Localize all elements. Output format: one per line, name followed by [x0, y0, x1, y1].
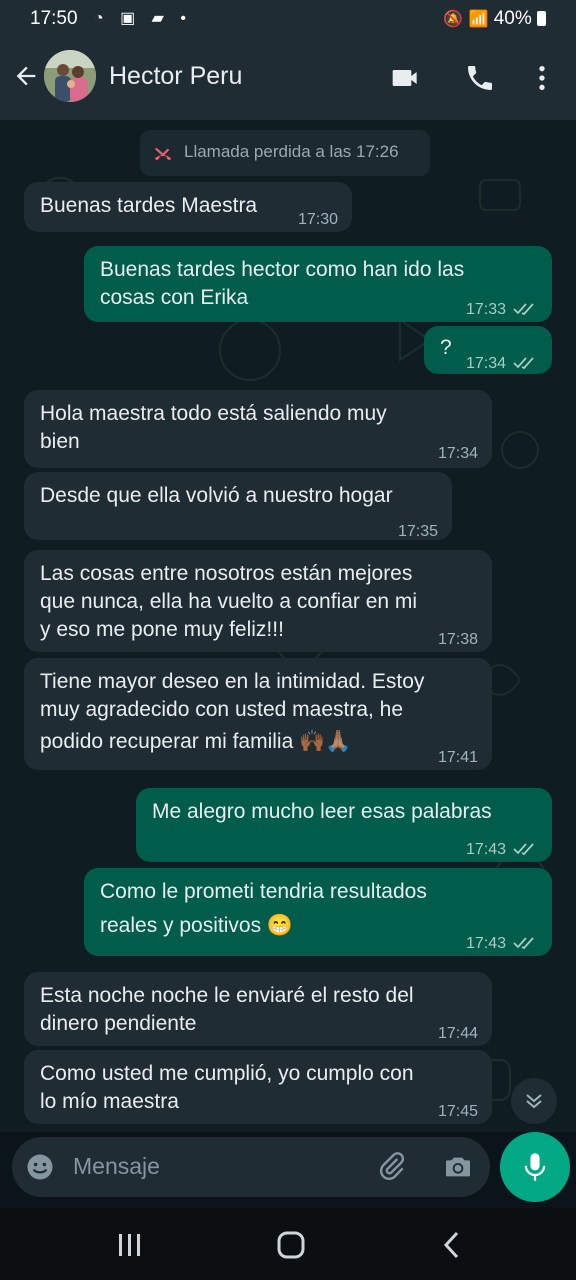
- message-outgoing[interactable]: ? 17:34: [424, 326, 552, 374]
- message-time: 17:43: [465, 935, 506, 952]
- message-time: 17:41: [437, 749, 478, 766]
- read-ticks-icon: [513, 357, 534, 370]
- message-line: bien: [40, 430, 80, 453]
- message-time: 17:30: [297, 211, 338, 228]
- missed-call-icon: [154, 147, 172, 161]
- message-line: muy agradecido con usted maestra, he: [40, 698, 404, 721]
- avatar-photo-icon: [44, 50, 96, 102]
- message-line: Buenas tardes Maestra: [40, 194, 258, 217]
- voice-message-button[interactable]: [500, 1132, 570, 1202]
- status-right: 🔕 📶 40%: [443, 8, 546, 30]
- message-line: Hola maestra todo está saliendo muy: [40, 402, 387, 425]
- mute-icon: 🔕: [443, 11, 464, 28]
- chat-area[interactable]: Llamada perdida a las 17:26 Buenas tarde…: [0, 120, 576, 1132]
- message-line: dinero pendiente: [40, 1012, 197, 1035]
- recent-apps-icon[interactable]: [116, 1232, 144, 1258]
- message-outgoing[interactable]: Buenas tardes hector como han ido las co…: [84, 246, 552, 322]
- double-chevron-down-icon: [526, 1094, 542, 1109]
- message-time: 17:35: [397, 523, 438, 540]
- status-time: 17:50: [30, 8, 78, 29]
- message-line: Tiene mayor deseo en la intimidad. Estoy: [40, 670, 425, 693]
- battery-icon: [537, 11, 546, 26]
- read-ticks-icon: [513, 843, 534, 856]
- camera-icon[interactable]: [442, 1151, 474, 1183]
- read-ticks-icon: [513, 937, 534, 950]
- missed-call-notice: Llamada perdida a las 17:26: [140, 130, 430, 176]
- message-incoming[interactable]: Esta noche noche le enviaré el resto del…: [24, 972, 492, 1046]
- message-line: que nunca, ella ha vuelto a confiar en m…: [40, 590, 418, 613]
- message-line: lo mío maestra: [40, 1090, 179, 1113]
- message-line: Buenas tardes hector como han ido las: [100, 258, 465, 281]
- notification-icons: ◔ ▣ ▰ •: [94, 10, 193, 27]
- message-line: podido recuperar mi familia 🙌🏾🙏🏽: [40, 730, 352, 753]
- message-line: Como usted me cumplió, yo cumplo con: [40, 1062, 414, 1085]
- message-time: 17:38: [437, 631, 478, 648]
- status-bar: 17:50 ◔ ▣ ▰ • 🔕 📶 40%: [0, 0, 576, 36]
- message-time: 17:33: [465, 301, 506, 318]
- wifi-icon: 📶: [468, 11, 489, 28]
- emoji-icon[interactable]: [25, 1152, 55, 1182]
- message-input[interactable]: Mensaje: [73, 1153, 160, 1180]
- avatar[interactable]: [44, 50, 96, 102]
- message-time: 17:34: [437, 445, 478, 462]
- message-incoming[interactable]: Como usted me cumplió, yo cumplo con lo …: [24, 1050, 492, 1124]
- system-nav-bar: [0, 1208, 576, 1280]
- message-time: 17:44: [437, 1025, 478, 1042]
- video-call-icon[interactable]: [390, 62, 422, 94]
- message-line: Esta noche noche le enviaré el resto del: [40, 984, 414, 1007]
- message-line: y eso me pone muy feliz!!!: [40, 618, 284, 641]
- contact-name[interactable]: Hector Peru: [109, 62, 242, 91]
- missed-call-text: Llamada perdida a las 17:26: [184, 142, 399, 161]
- message-incoming[interactable]: Hola maestra todo está saliendo muy bien…: [24, 390, 492, 468]
- message-outgoing[interactable]: Como le prometi tendria resultados reale…: [84, 868, 552, 956]
- message-line: Como le prometi tendria resultados: [100, 880, 427, 903]
- message-outgoing[interactable]: Me alegro mucho leer esas palabras 17:43: [136, 788, 552, 862]
- message-incoming[interactable]: Desde que ella volvió a nuestro hogar 17…: [24, 472, 452, 540]
- message-composer[interactable]: Mensaje: [12, 1137, 490, 1197]
- scroll-down-button[interactable]: [511, 1078, 557, 1124]
- read-ticks-icon: [513, 303, 534, 316]
- phone-icon[interactable]: [464, 62, 496, 94]
- message-time: 17:34: [465, 355, 506, 372]
- back-arrow-icon[interactable]: [12, 62, 40, 90]
- mic-icon: [524, 1153, 546, 1181]
- message-time: 17:43: [465, 841, 506, 858]
- more-options-icon[interactable]: [526, 62, 558, 94]
- message-incoming[interactable]: Buenas tardes Maestra 17:30: [24, 182, 352, 232]
- message-line: ?: [440, 336, 452, 359]
- home-icon[interactable]: [276, 1230, 306, 1260]
- message-line: cosas con Erika: [100, 286, 249, 309]
- attach-icon[interactable]: [376, 1151, 408, 1183]
- message-incoming[interactable]: Las cosas entre nosotros están mejores q…: [24, 550, 492, 652]
- battery-level: 40%: [493, 8, 532, 29]
- message-line: Me alegro mucho leer esas palabras: [152, 800, 492, 823]
- nav-back-icon[interactable]: [440, 1230, 464, 1260]
- message-line: Desde que ella volvió a nuestro hogar: [40, 484, 393, 507]
- chat-header: Hector Peru: [0, 36, 576, 120]
- message-incoming[interactable]: Tiene mayor deseo en la intimidad. Estoy…: [24, 658, 492, 770]
- message-line: Las cosas entre nosotros están mejores: [40, 562, 413, 585]
- message-time: 17:45: [437, 1103, 478, 1120]
- message-line: reales y positivos 😁: [100, 914, 294, 937]
